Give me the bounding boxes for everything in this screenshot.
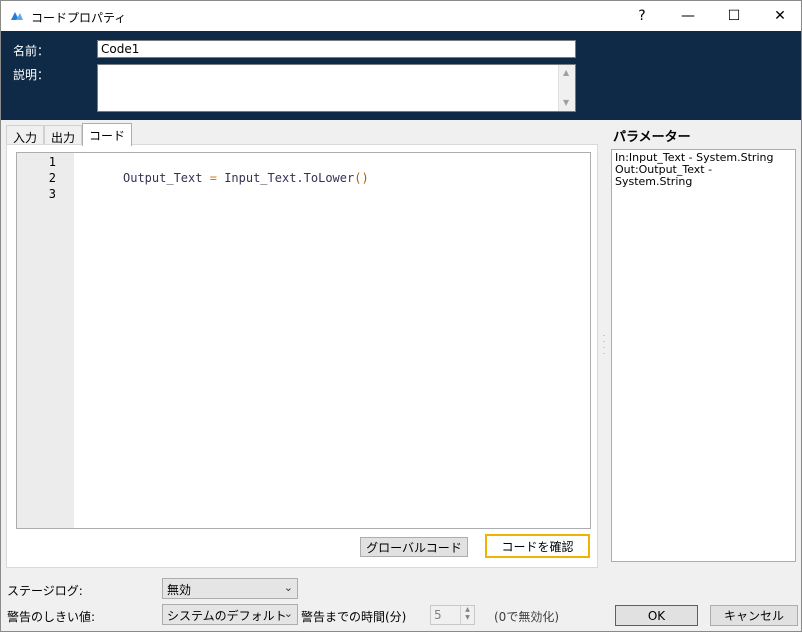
list-item[interactable]: Out:Output_Text - System.String [615,164,792,188]
code-properties-window: コードプロパティ ? — ☐ ✕ 名前： 説明： ▲ ▼ 入力 出力 コード 1… [0,0,802,632]
description-scrollbar[interactable]: ▲ ▼ [558,65,575,111]
line-number-gutter: 1 2 3 [17,153,74,528]
maximize-button[interactable]: ☐ [711,1,757,31]
description-label: 説明： [13,68,50,82]
tab-strip: 入力 出力 コード [6,123,133,146]
code-parens: () [354,171,369,185]
code-rhs: Input_Text.ToLower [224,171,355,185]
scroll-down-icon[interactable]: ▼ [563,98,569,107]
warning-threshold-dropdown[interactable]: システムのデフォルト ⌄ [162,604,298,625]
stage-log-dropdown[interactable]: 無効 ⌄ [162,578,298,599]
parameters-title: パラメーター [613,130,691,145]
warning-time-hint: (0で無効化) [494,610,559,624]
warning-time-label: 警告までの時間(分) [301,610,407,624]
line-number: 1 [48,155,56,169]
stage-log-value: 無効 [167,583,192,597]
header-panel: 名前： 説明： ▲ ▼ [1,31,801,120]
stepper-arrows-icon[interactable]: ▲ ▼ [460,606,474,624]
parameters-list: In:Input_Text - System.String Out:Output… [611,149,796,562]
window-title: コードプロパティ [31,11,127,25]
chevron-down-icon: ⌄ [283,581,293,594]
global-code-button[interactable]: グローバルコード [360,537,468,557]
ok-button[interactable]: OK [615,605,698,626]
description-field[interactable]: ▲ ▼ [97,64,576,112]
tab-code[interactable]: コード [82,123,133,146]
check-code-button[interactable]: コードを確認 [485,534,590,558]
cancel-button[interactable]: キャンセル [710,605,798,626]
code-line: Output_Text = Input_Text.ToLower() [123,171,369,185]
warning-time-value: 5 [434,608,442,622]
line-number: 2 [48,171,56,185]
code-operator: = [209,171,217,185]
title-bar: コードプロパティ ? — ☐ ✕ [1,1,801,31]
code-lhs: Output_Text [123,171,203,185]
tab-output[interactable]: 出力 [44,125,83,146]
app-icon [11,12,23,20]
splitter-handle[interactable]: · · · · [603,333,606,358]
warning-threshold-value: システムのデフォルト [167,609,287,623]
chevron-down-icon: ⌄ [283,607,293,620]
scroll-up-icon[interactable]: ▲ [563,68,569,77]
name-label: 名前： [13,44,50,58]
warning-time-stepper[interactable]: 5 ▲ ▼ [430,605,475,625]
warning-threshold-label: 警告のしきい値: [7,610,96,624]
close-button[interactable]: ✕ [757,1,802,31]
minimize-button[interactable]: — [665,1,711,31]
line-number: 3 [48,187,56,201]
help-button[interactable]: ? [619,1,665,31]
code-tab-panel: 1 2 3 Output_Text = Input_Text.ToLower()… [6,144,598,568]
name-field[interactable] [97,40,576,58]
stage-log-label: ステージログ: [7,584,83,598]
tab-input[interactable]: 入力 [6,125,45,146]
code-editor[interactable]: 1 2 3 Output_Text = Input_Text.ToLower() [16,152,591,529]
